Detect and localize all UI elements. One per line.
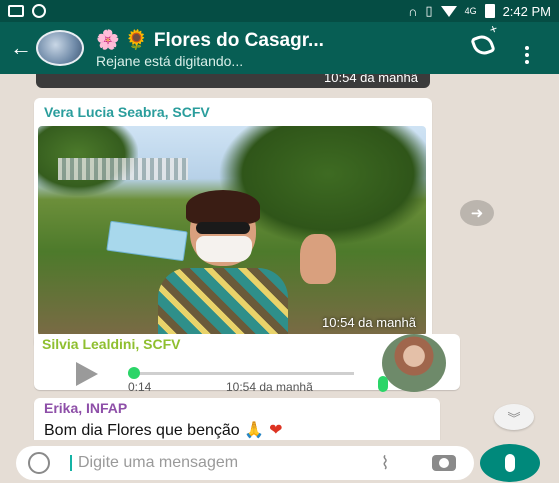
image-message[interactable]: Vera Lucia Seabra, SCFV 10:54 da manhã <box>34 98 432 348</box>
attach-icon[interactable]: ⌇ <box>372 453 398 474</box>
message-input-pill[interactable]: Digite uma mensagem ⌇ <box>16 446 474 480</box>
voice-record-button[interactable] <box>480 444 540 482</box>
forward-arrow-icon: ➜ <box>470 205 484 222</box>
phone-plus-icon <box>470 32 496 58</box>
message-time: 10:54 da manhã <box>226 380 313 394</box>
audio-message[interactable]: Silvia Lealdini, SCFV 0:14 10:54 da manh… <box>34 334 460 394</box>
sender-name: Vera Lucia Seabra, SCFV <box>44 104 210 120</box>
status-time: 2:42 PM <box>502 3 551 19</box>
audio-duration: 0:14 <box>128 380 152 394</box>
audio-seekbar[interactable] <box>128 372 354 375</box>
chat-title-block[interactable]: 🌸 🌻 Flores do Casagr... Rejane está digi… <box>96 28 461 69</box>
back-arrow-icon[interactable]: ← <box>6 35 36 61</box>
forward-button[interactable]: ➜ <box>460 200 494 226</box>
mic-icon <box>505 454 515 472</box>
headset-icon: ∩ <box>408 3 418 19</box>
emoji-icon[interactable] <box>28 452 50 474</box>
status-bar: ∩ ▯ 4G 2:42 PM <box>0 0 559 22</box>
battery-icon <box>484 4 495 18</box>
kebab-menu-icon <box>525 45 529 64</box>
photo-person <box>148 190 298 336</box>
peace-hand <box>300 234 336 284</box>
previous-image-message[interactable]: 10:54 da manhã <box>36 74 430 88</box>
text-message[interactable]: Erika, INFAP Bom dia Flores que benção 🙏… <box>34 398 440 440</box>
vibrate-icon: ▯ <box>425 3 433 18</box>
gallery-notification-icon <box>8 5 24 17</box>
chat-header: ← 🌸 🌻 Flores do Casagr... Rejane está di… <box>0 22 559 74</box>
camera-icon[interactable] <box>432 455 456 471</box>
message-list[interactable]: 10:54 da manhã Vera Lucia Seabra, SCFV 1… <box>0 74 559 440</box>
group-avatar[interactable] <box>36 30 84 66</box>
message-input[interactable]: Digite uma mensagem <box>70 455 372 471</box>
input-bar: Digite uma mensagem ⌇ <box>0 440 559 483</box>
add-call-button[interactable] <box>461 32 505 61</box>
wifi-icon <box>440 5 457 17</box>
sender-avatar[interactable] <box>382 334 446 392</box>
message-text: Bom dia Flores que benção 🙏 ❤ <box>44 420 283 439</box>
sync-notification-icon <box>32 4 46 18</box>
sender-name: Erika, INFAP <box>44 400 128 416</box>
message-time: 10:54 da manhã <box>324 74 418 85</box>
double-chevron-down-icon: ︾ <box>507 410 521 426</box>
scroll-to-bottom-button[interactable]: ︾ <box>494 404 534 430</box>
more-options-button[interactable] <box>505 33 549 64</box>
audio-seek-handle[interactable] <box>128 367 140 379</box>
mic-icon <box>378 376 388 392</box>
message-time: 10:54 da manhã <box>322 315 416 330</box>
typing-status: Rejane está digitando... <box>96 52 244 69</box>
pray-heart-emoji: 🙏 ❤ <box>244 420 283 439</box>
play-icon[interactable] <box>76 362 98 386</box>
message-photo[interactable]: 10:54 da manhã <box>38 126 426 336</box>
network-type-label: 4G <box>464 6 477 16</box>
chat-title: 🌸 🌻 Flores do Casagr... <box>96 29 324 51</box>
